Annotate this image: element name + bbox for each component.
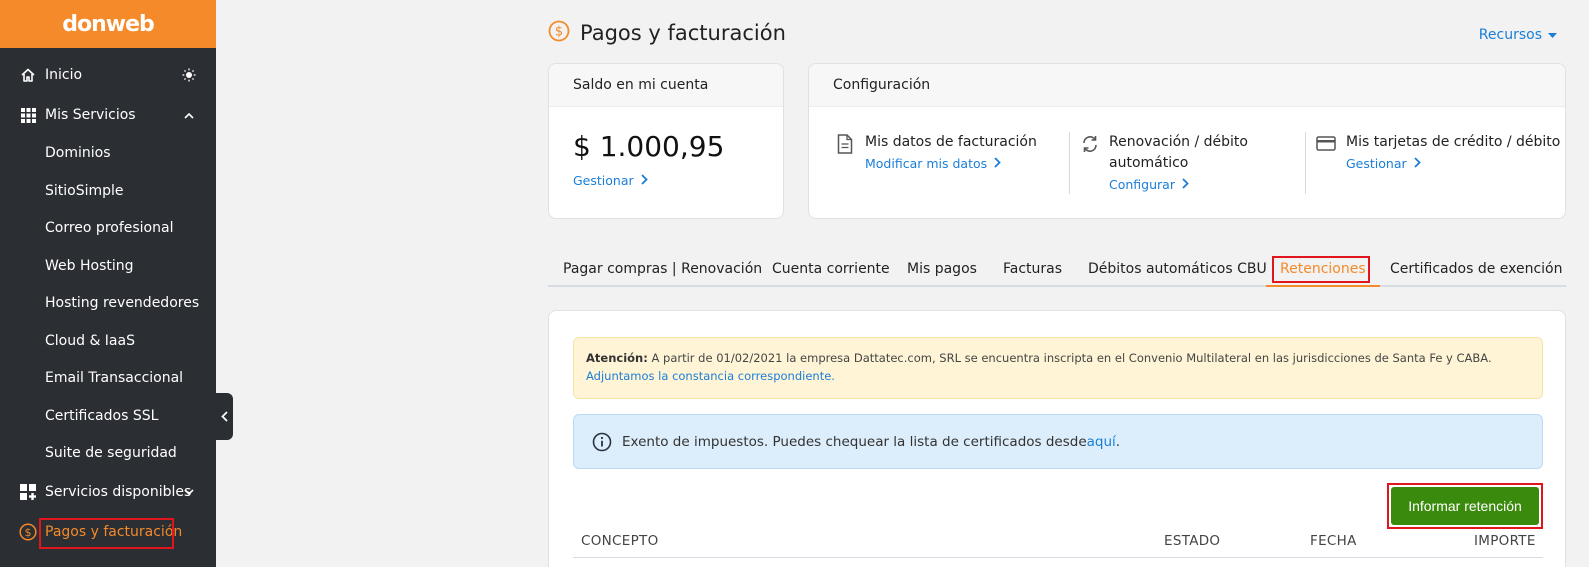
column-header-concepto[interactable]: CONCEPTO bbox=[581, 533, 659, 549]
tab-cuenta-corriente[interactable]: Cuenta corriente bbox=[772, 253, 890, 285]
config-card-heading: Configuración bbox=[809, 64, 1565, 107]
chevron-right-icon bbox=[641, 173, 648, 188]
grid-icon bbox=[19, 106, 37, 124]
highlight-box-pagos bbox=[39, 518, 174, 549]
balance-amount: $ 1.000,95 bbox=[573, 130, 725, 163]
chevron-right-icon bbox=[1414, 156, 1421, 171]
warning-alert: Atención: A partir de 01/02/2021 la empr… bbox=[573, 337, 1543, 399]
logo[interactable]: donweb bbox=[62, 12, 155, 37]
info-period: . bbox=[1115, 433, 1121, 450]
nav-item-servicios-disponibles[interactable]: Servicios disponibles bbox=[0, 476, 216, 508]
sidebar-item-label: Suite de seguridad bbox=[45, 445, 177, 461]
nav-item-mis-servicios[interactable]: Mis Servicios bbox=[0, 99, 216, 131]
config-card: Configuración Mis datos de facturación M… bbox=[808, 63, 1566, 219]
info-icon bbox=[592, 432, 612, 452]
column-header-fecha[interactable]: FECHA bbox=[1310, 533, 1357, 549]
balance-card: Saldo en mi cuenta $ 1.000,95 Gestionar bbox=[548, 63, 784, 219]
retenciones-panel: Atención: A partir de 01/02/2021 la empr… bbox=[548, 310, 1566, 567]
page-header: $ Pagos y facturación bbox=[548, 20, 786, 46]
sidebar-item-certificados-ssl[interactable]: Certificados SSL bbox=[0, 400, 216, 432]
theme-toggle-icon[interactable] bbox=[182, 68, 196, 82]
credit-card-icon bbox=[1316, 136, 1336, 155]
chevron-right-icon bbox=[994, 156, 1001, 171]
dollar-circle-icon: $ bbox=[548, 20, 570, 46]
info-alert: Exento de impuestos. Puedes chequear la … bbox=[573, 414, 1543, 469]
sidebar-item-web-hosting[interactable]: Web Hosting bbox=[0, 250, 216, 282]
column-header-importe[interactable]: IMPORTE bbox=[1474, 533, 1536, 549]
tab-debitos-cbu[interactable]: Débitos automáticos CBU bbox=[1088, 253, 1267, 285]
highlight-box-retenciones bbox=[1272, 256, 1370, 283]
nav-label-inicio: Inicio bbox=[45, 67, 83, 83]
link-label: Gestionar bbox=[573, 173, 634, 188]
column-header-estado[interactable]: ESTADO bbox=[1164, 533, 1220, 549]
nav-item-inicio[interactable]: Inicio bbox=[0, 59, 216, 91]
tab-bar: Pagar compras | Renovación Cuenta corrie… bbox=[548, 253, 1566, 287]
sidebar-item-label: SitioSimple bbox=[45, 183, 124, 199]
sidebar-item-label: Correo profesional bbox=[45, 220, 174, 236]
dashboard-add-icon bbox=[19, 483, 37, 501]
svg-text:$: $ bbox=[555, 25, 563, 40]
warning-text: A partir de 01/02/2021 la empresa Dattat… bbox=[647, 351, 1492, 365]
link-label: Modificar mis datos bbox=[865, 156, 988, 171]
sidebar-item-label: Web Hosting bbox=[45, 258, 134, 274]
config-title: Mis datos de facturación bbox=[865, 134, 1037, 150]
balance-card-heading: Saldo en mi cuenta bbox=[549, 64, 783, 107]
config-item-datos: Mis datos de facturación Modificar mis d… bbox=[865, 132, 1037, 172]
divider bbox=[1305, 132, 1306, 194]
chevron-right-icon bbox=[1182, 177, 1189, 192]
home-icon bbox=[19, 66, 37, 84]
refresh-icon bbox=[1081, 134, 1099, 158]
table-header-divider bbox=[573, 557, 1543, 558]
recursos-dropdown[interactable]: Recursos bbox=[1479, 27, 1557, 43]
configurar-link[interactable]: Configurar bbox=[1109, 177, 1189, 192]
sidebar-item-label: Dominios bbox=[45, 145, 111, 161]
config-title: Renovación / débito bbox=[1109, 134, 1248, 150]
sidebar-item-label: Certificados SSL bbox=[45, 408, 159, 424]
nav-label-mis-servicios: Mis Servicios bbox=[45, 107, 136, 123]
config-item-tarjetas: Mis tarjetas de crédito / débito Gestion… bbox=[1346, 132, 1560, 172]
chevron-left-icon bbox=[221, 407, 228, 426]
sidebar-item-label: Email Transaccional bbox=[45, 370, 184, 386]
config-title: Mis tarjetas de crédito / débito bbox=[1346, 134, 1561, 150]
link-label: Configurar bbox=[1109, 177, 1175, 192]
svg-text:$: $ bbox=[25, 526, 32, 539]
sidebar-item-label: Hosting revendedores bbox=[45, 295, 200, 311]
dollar-circle-icon: $ bbox=[19, 523, 37, 541]
aqui-link[interactable]: aquí bbox=[1087, 434, 1116, 450]
sidebar-item-suite-seguridad[interactable]: Suite de seguridad bbox=[0, 437, 216, 469]
highlight-box-button bbox=[1387, 483, 1543, 529]
tab-certificados-exencion[interactable]: Certificados de exención bbox=[1390, 253, 1563, 285]
divider bbox=[1069, 132, 1070, 194]
sidebar-item-sitiosimple[interactable]: SitioSimple bbox=[0, 175, 216, 207]
logo-bar: donweb bbox=[0, 0, 216, 48]
tab-pagar-compras[interactable]: Pagar compras | Renovación bbox=[563, 253, 762, 285]
nav-label-servicios-disponibles: Servicios disponibles bbox=[45, 484, 192, 500]
config-title-2: automático bbox=[1109, 155, 1189, 171]
caret-down-icon bbox=[1548, 27, 1557, 43]
chevron-down-icon[interactable] bbox=[182, 485, 196, 499]
sidebar: donweb Inicio Mis Servicios Dominios Sit… bbox=[0, 0, 216, 567]
tab-facturas[interactable]: Facturas bbox=[1003, 253, 1062, 285]
balance-gestionar-link[interactable]: Gestionar bbox=[573, 173, 648, 188]
link-label: Gestionar bbox=[1346, 156, 1407, 171]
modificar-datos-link[interactable]: Modificar mis datos bbox=[865, 156, 1001, 171]
sidebar-item-label: Cloud & IaaS bbox=[45, 333, 135, 349]
sidebar-item-email-transaccional[interactable]: Email Transaccional bbox=[0, 362, 216, 394]
recursos-label: Recursos bbox=[1478, 27, 1542, 43]
tarjetas-gestionar-link[interactable]: Gestionar bbox=[1346, 156, 1421, 171]
config-item-renovacion: Renovación / débito automático Configura… bbox=[1109, 132, 1248, 193]
info-text: Exento de impuestos. Puedes chequear la … bbox=[622, 433, 1087, 450]
sidebar-item-hosting-revendedores[interactable]: Hosting revendedores bbox=[0, 287, 216, 319]
sidebar-collapse-toggle[interactable] bbox=[216, 393, 233, 440]
document-icon bbox=[837, 134, 853, 158]
tab-mis-pagos[interactable]: Mis pagos bbox=[907, 253, 977, 285]
sidebar-item-cloud-iaas[interactable]: Cloud & IaaS bbox=[0, 325, 216, 357]
chevron-up-icon[interactable] bbox=[182, 108, 196, 122]
sidebar-item-dominios[interactable]: Dominios bbox=[0, 137, 216, 169]
page-title: Pagos y facturación bbox=[580, 21, 786, 45]
warning-label: Atención: bbox=[586, 351, 648, 365]
constancia-link[interactable]: Adjuntamos la constancia correspondiente… bbox=[586, 369, 835, 383]
sidebar-item-correo-profesional[interactable]: Correo profesional bbox=[0, 212, 216, 244]
